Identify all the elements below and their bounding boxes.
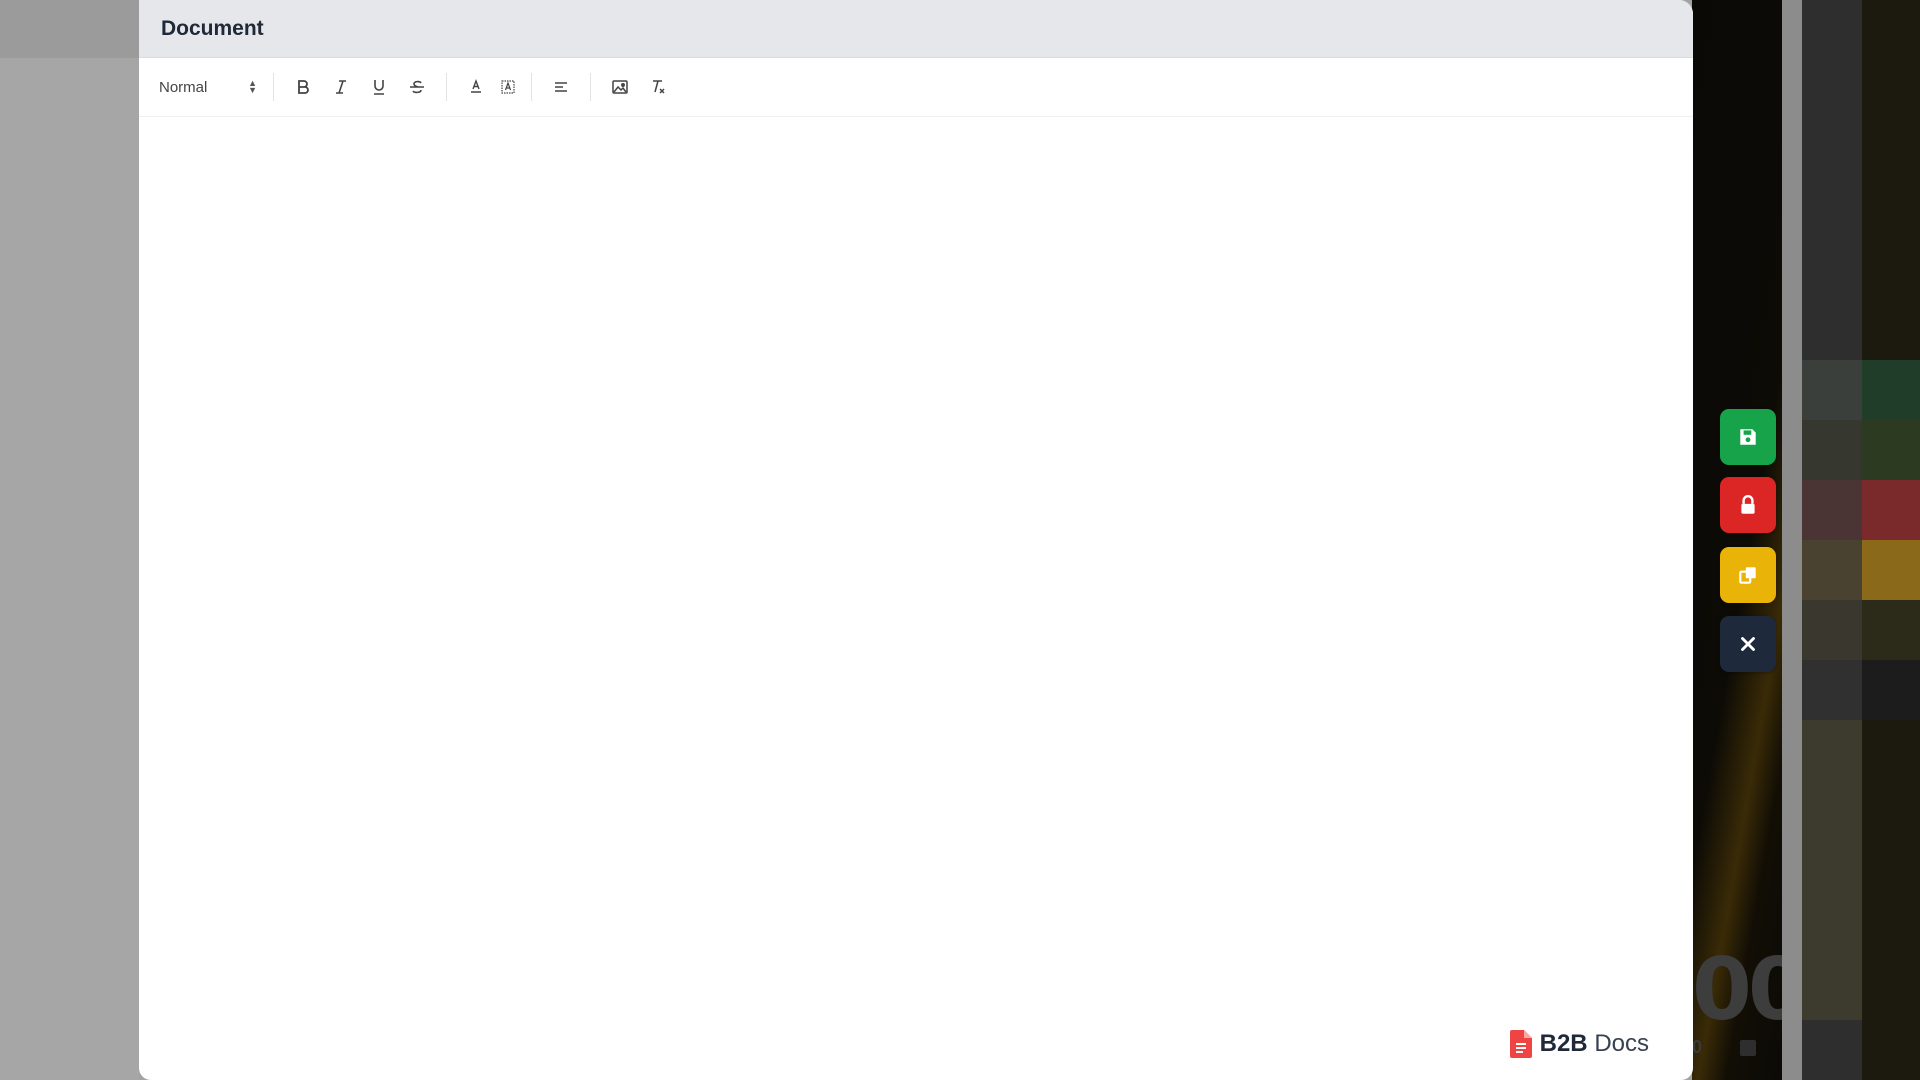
fuel-icon <box>1740 1040 1756 1056</box>
close-icon <box>1741 637 1755 651</box>
toolbar-divider <box>590 73 591 101</box>
select-arrows-icon: ▲ ▼ <box>248 78 257 95</box>
image-button[interactable] <box>601 72 639 102</box>
backdrop-right: 00 0 <box>1692 0 1920 1080</box>
background-scrollbar <box>1782 0 1802 1080</box>
toolbar-divider <box>273 73 274 101</box>
strikethrough-button[interactable] <box>398 72 436 102</box>
background-cell <box>1862 600 1920 660</box>
background-photo: 00 0 <box>1692 0 1808 1080</box>
align-button[interactable] <box>542 72 580 102</box>
background-cell <box>1802 360 1862 420</box>
background-color-button[interactable] <box>495 72 521 102</box>
brand-logo: B2B Docs <box>1509 1030 1649 1058</box>
align-left-icon <box>555 82 567 92</box>
background-cell <box>1862 660 1920 720</box>
background-cell <box>1802 600 1862 660</box>
background-cell <box>1862 540 1920 600</box>
italic-icon <box>336 80 346 94</box>
background-column <box>1802 0 1862 1080</box>
background-cell <box>1802 540 1862 600</box>
backdrop-top-strip <box>0 0 139 58</box>
clear-format-icon <box>653 80 665 94</box>
italic-button[interactable] <box>322 72 360 102</box>
text-color-button[interactable] <box>457 72 495 102</box>
background-cell <box>1802 720 1862 1020</box>
background-cell <box>1862 420 1920 480</box>
save-button[interactable] <box>1720 409 1776 465</box>
text-color-icon <box>471 79 481 93</box>
document-modal: Document Normal ▲ ▼ B2B Docs <box>139 0 1693 1080</box>
toolbar-divider <box>446 73 447 101</box>
clear-format-button[interactable] <box>639 72 677 102</box>
format-select[interactable]: Normal ▲ ▼ <box>159 74 263 100</box>
lock-button[interactable] <box>1720 477 1776 533</box>
toolbar-divider <box>531 73 532 101</box>
background-cell <box>1802 480 1862 540</box>
background-cell <box>1862 480 1920 540</box>
highlight-icon <box>501 80 515 94</box>
copy-button[interactable] <box>1720 547 1776 603</box>
format-select-value: Normal <box>159 78 208 96</box>
brand-name: B2B Docs <box>1540 1030 1649 1058</box>
background-cell <box>1802 660 1862 720</box>
modal-title: Document <box>161 16 264 40</box>
document-editor[interactable] <box>139 116 1693 1080</box>
brand-text: Docs <box>1594 1030 1649 1057</box>
background-column <box>1862 0 1920 1080</box>
save-icon <box>1740 429 1756 445</box>
bold-icon <box>298 80 309 94</box>
backdrop-left <box>0 0 139 1080</box>
strikethrough-icon <box>410 80 424 94</box>
brand-bold-text: B2B <box>1539 1030 1588 1057</box>
underline-button[interactable] <box>360 72 398 102</box>
lock-icon <box>1741 495 1755 514</box>
editor-toolbar: Normal ▲ ▼ <box>139 58 1693 117</box>
modal-header: Document <box>139 0 1693 58</box>
background-cell <box>1802 420 1862 480</box>
underline-icon <box>374 80 384 95</box>
background-cell <box>1862 360 1920 420</box>
background-small-text: 0 <box>1692 1037 1703 1057</box>
bold-button[interactable] <box>284 72 322 102</box>
image-icon <box>612 80 628 94</box>
copy-icon <box>1739 567 1756 584</box>
document-icon <box>1509 1030 1532 1058</box>
close-button[interactable] <box>1720 616 1776 672</box>
